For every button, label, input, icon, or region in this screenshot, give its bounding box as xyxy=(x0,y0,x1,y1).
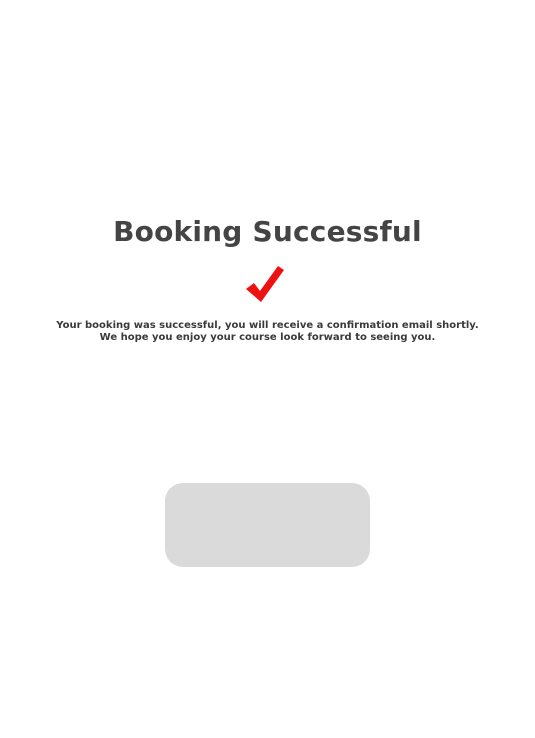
message-line-2: We hope you enjoy your course look forwa… xyxy=(99,332,436,343)
page-title: Booking Successful xyxy=(113,215,422,248)
confirmation-message: Your booking was successful, you will re… xyxy=(0,320,535,344)
booking-confirmation-page: Booking Successful Your booking was succ… xyxy=(0,0,535,738)
message-line-1: Your booking was successful, you will re… xyxy=(56,320,479,331)
checkmark-icon xyxy=(244,264,286,304)
placeholder-box xyxy=(165,483,370,567)
